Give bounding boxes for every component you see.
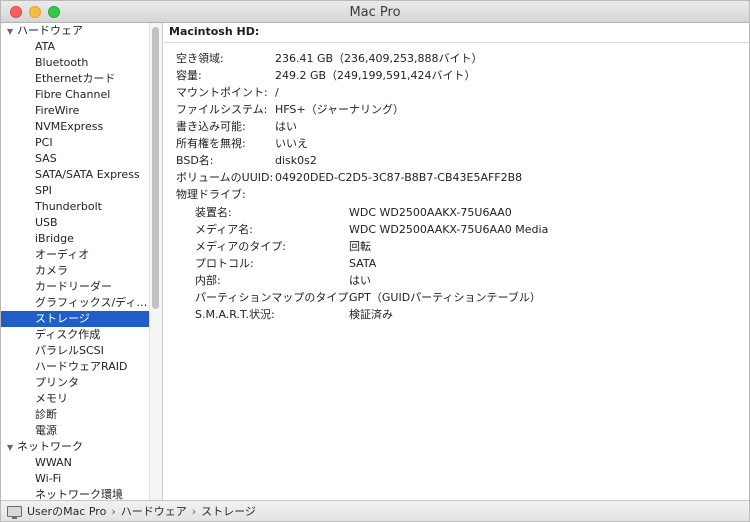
sidebar-category[interactable]: ▼ ハードウェア xyxy=(1,23,149,39)
property-value: 回転 xyxy=(349,240,371,253)
property-label: ボリュームのUUID: xyxy=(176,171,274,184)
property-value: 04920DED-C2D5-3C87-B8B7-CB43E5AFF2B8 xyxy=(275,171,523,184)
sidebar-item[interactable]: オーディオ xyxy=(1,247,149,263)
property-label: 物理ドライブ: xyxy=(176,188,246,201)
sidebar-item[interactable]: USB xyxy=(1,215,149,231)
property-label: メディア名: xyxy=(195,223,253,236)
sidebar-item[interactable]: ATA xyxy=(1,39,149,55)
sidebar-item[interactable]: Bluetooth xyxy=(1,55,149,71)
property-value: 249.2 GB（249,199,591,424バイト） xyxy=(275,69,476,82)
sidebar-item[interactable]: WWAN xyxy=(1,455,149,471)
property-value: WDC WD2500AAKX-75U6AA0 xyxy=(349,206,512,219)
breadcrumb-item[interactable]: ストレージ xyxy=(201,503,256,519)
sidebar-item[interactable]: 診断 xyxy=(1,407,149,423)
property-label: 空き領域: xyxy=(176,52,224,65)
property-label: 容量: xyxy=(176,69,202,82)
sidebar-item[interactable]: 電源 xyxy=(1,423,149,439)
breadcrumb-separator: › xyxy=(191,504,197,518)
property-value: はい xyxy=(349,274,371,287)
sidebar-item[interactable]: SPI xyxy=(1,183,149,199)
sidebar-item[interactable]: iBridge xyxy=(1,231,149,247)
property-label: ファイルシステム: xyxy=(176,103,268,116)
sidebar-list: ▼ ハードウェア ATA Bluetooth Ethernetカード Fibre Chan… xyxy=(1,23,149,500)
title-divider xyxy=(164,42,749,43)
sidebar-item[interactable]: ネットワーク環境 xyxy=(1,487,149,500)
sidebar-item[interactable]: FireWire xyxy=(1,103,149,119)
sidebar-item[interactable]: Wi-Fi xyxy=(1,471,149,487)
sidebar-item[interactable]: カメラ xyxy=(1,263,149,279)
sidebar-category-label: ネットワーク xyxy=(17,440,83,453)
property-value: WDC WD2500AAKX-75U6AA0 Media xyxy=(349,223,549,236)
sidebar-item[interactable]: SATA/SATA Express xyxy=(1,167,149,183)
sidebar-item[interactable]: Ethernetカード xyxy=(1,71,149,87)
sidebar-item[interactable]: ハードウェアRAID xyxy=(1,359,149,375)
sidebar-item[interactable]: メモリ xyxy=(1,391,149,407)
breadcrumb-item[interactable]: ハードウェア xyxy=(121,503,187,519)
window-title: Mac Pro xyxy=(349,5,401,20)
mac-computer-icon xyxy=(7,505,22,519)
property-value: 検証済み xyxy=(349,308,393,321)
property-label: メディアのタイプ: xyxy=(195,240,286,253)
status-bar: UserのMac Pro › ハードウェア › ストレージ xyxy=(1,500,749,521)
property-value: HFS+（ジャーナリング） xyxy=(275,103,405,116)
property-label: S.M.A.R.T.状況: xyxy=(195,308,275,321)
disclosure-triangle-down-icon[interactable]: ▼ xyxy=(7,24,17,39)
breadcrumb-separator: › xyxy=(111,504,116,518)
property-value: 236.41 GB（236,409,253,888バイト） xyxy=(275,52,483,65)
property-label: 内部: xyxy=(195,274,221,287)
property-value: はい xyxy=(275,120,297,133)
property-value: いいえ xyxy=(275,137,308,150)
sidebar: ▼ ハードウェア ATA Bluetooth Ethernetカード Fibre Chan… xyxy=(1,23,163,500)
sidebar-item[interactable]: ストレージ xyxy=(1,311,149,327)
breadcrumb: UserのMac Pro › ハードウェア › ストレージ xyxy=(7,503,256,519)
sidebar-item[interactable]: ディスク作成 xyxy=(1,327,149,343)
property-value: / xyxy=(275,86,279,99)
breadcrumb-item[interactable]: UserのMac Pro xyxy=(27,503,106,519)
property-label: マウントポイント: xyxy=(176,86,268,99)
disclosure-triangle-down-icon[interactable]: ▼ xyxy=(7,440,17,455)
sidebar-category[interactable]: ▼ ネットワーク xyxy=(1,439,149,455)
property-label: パーティションマップのタイプ: xyxy=(195,291,353,304)
sidebar-item[interactable]: プリンタ xyxy=(1,375,149,391)
property-label: BSD名: xyxy=(176,154,214,167)
sidebar-scrollbar-thumb[interactable] xyxy=(152,27,159,309)
property-label: 書き込み可能: xyxy=(176,120,246,133)
property-value: disk0s2 xyxy=(275,154,317,167)
sidebar-item[interactable]: SAS xyxy=(1,151,149,167)
title-bar[interactable]: Mac Pro xyxy=(1,1,749,23)
sidebar-item[interactable]: グラフィックス/ディ… xyxy=(1,295,149,311)
property-label: 所有権を無視: xyxy=(176,137,246,150)
detail-pane: Macintosh HD: 空き領域: 236.41 GB（236,409,253… xyxy=(164,23,749,500)
sidebar-item[interactable]: Thunderbolt xyxy=(1,199,149,215)
sidebar-item[interactable]: PCI xyxy=(1,135,149,151)
sidebar-item[interactable]: Fibre Channel xyxy=(1,87,149,103)
sidebar-item[interactable]: カードリーダー xyxy=(1,279,149,295)
property-value: GPT（GUIDパーティションテーブル） xyxy=(349,291,541,304)
volume-title: Macintosh HD: xyxy=(169,25,260,38)
system-information-window: Mac Pro ▼ ハードウェア ATA Bluetooth Ethernetカード Fi… xyxy=(0,0,750,522)
sidebar-item[interactable]: パラレルSCSI xyxy=(1,343,149,359)
property-label: 装置名: xyxy=(195,206,232,219)
sidebar-category-label: ハードウェア xyxy=(17,24,83,37)
property-value: SATA xyxy=(349,257,377,270)
sidebar-item[interactable]: NVMExpress xyxy=(1,119,149,135)
property-label: プロトコル: xyxy=(195,257,254,270)
